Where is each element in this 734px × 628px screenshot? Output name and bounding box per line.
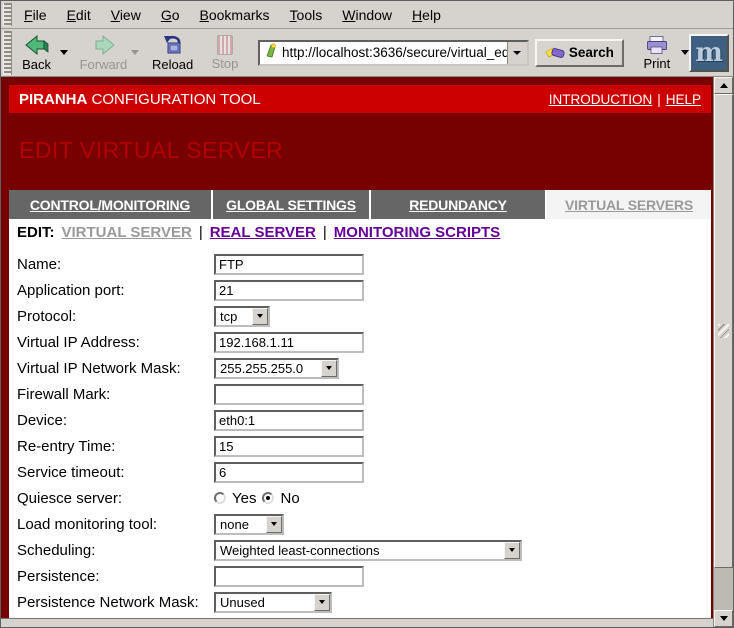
scheduling-select[interactable]: Weighted least-connections bbox=[214, 540, 522, 561]
status-strip bbox=[1, 618, 713, 627]
reload-icon bbox=[161, 34, 185, 56]
form-row-application-port: Application port: bbox=[17, 277, 711, 303]
print-icon bbox=[645, 35, 669, 55]
browser-viewport: PIRANHA CONFIGURATION TOOL INTRODUCTION … bbox=[1, 77, 733, 627]
stop-button[interactable]: Stop bbox=[202, 31, 248, 75]
scroll-up-button[interactable] bbox=[714, 77, 733, 94]
subnav-monitoring-scripts-link[interactable]: MONITORING SCRIPTS bbox=[334, 224, 500, 241]
persistence-field[interactable] bbox=[214, 566, 364, 587]
mozilla-logo[interactable]: m bbox=[689, 34, 729, 72]
search-flashlight-icon bbox=[545, 45, 565, 61]
menu-view[interactable]: View bbox=[101, 3, 151, 27]
scrollbar-thumb[interactable] bbox=[714, 94, 733, 568]
header-link-separator: | bbox=[657, 92, 661, 107]
tab-redundancy[interactable]: REDUNDANCY bbox=[371, 190, 545, 219]
chevron-down-icon[interactable] bbox=[314, 594, 330, 611]
form-row-device: Device: bbox=[17, 407, 711, 433]
reload-button[interactable]: Reload bbox=[149, 31, 196, 75]
form-row-load-monitoring: Load monitoring tool: none bbox=[17, 511, 711, 537]
back-button[interactable]: Back bbox=[14, 31, 60, 75]
page-proxy-icon[interactable] bbox=[264, 43, 278, 63]
url-input[interactable] bbox=[282, 42, 507, 64]
introduction-link[interactable]: INTRODUCTION bbox=[549, 92, 653, 107]
print-button[interactable]: Print bbox=[634, 31, 680, 75]
url-history-dropdown[interactable] bbox=[507, 42, 527, 64]
form-row-service-timeout: Service timeout: bbox=[17, 459, 711, 485]
content-panel: CONTROL/MONITORING GLOBAL SETTINGS REDUN… bbox=[9, 190, 711, 618]
menu-edit[interactable]: Edit bbox=[57, 3, 101, 27]
stop-icon bbox=[217, 35, 233, 55]
menubar-grip-handle[interactable] bbox=[3, 3, 12, 26]
tab-control-monitoring[interactable]: CONTROL/MONITORING bbox=[9, 190, 211, 219]
menu-bar: File Edit View Go Bookmarks Tools Window… bbox=[1, 1, 733, 29]
persistence-netmask-select[interactable]: Unused bbox=[214, 592, 332, 613]
help-link[interactable]: HELP bbox=[666, 92, 701, 107]
chevron-down-icon[interactable] bbox=[321, 360, 337, 377]
tab-global-settings[interactable]: GLOBAL SETTINGS bbox=[213, 190, 369, 219]
name-field[interactable] bbox=[214, 254, 364, 275]
menu-bookmarks[interactable]: Bookmarks bbox=[190, 3, 280, 27]
app-title: PIRANHA CONFIGURATION TOOL bbox=[19, 91, 261, 108]
navigation-toolbar: Back Forward Reload bbox=[1, 29, 733, 77]
application-port-field[interactable] bbox=[214, 280, 364, 301]
reentry-time-field[interactable] bbox=[214, 436, 364, 457]
menu-tools[interactable]: Tools bbox=[280, 3, 333, 27]
forward-icon bbox=[90, 34, 116, 56]
load-monitoring-select[interactable]: none bbox=[214, 514, 284, 535]
chevron-down-icon[interactable] bbox=[504, 542, 520, 559]
subnav-prefix: EDIT: bbox=[17, 224, 55, 241]
edit-subnav: EDIT: VIRTUAL SERVER | REAL SERVER | MON… bbox=[9, 219, 711, 246]
back-icon bbox=[24, 34, 50, 56]
form-row-name: Name: bbox=[17, 251, 711, 277]
page-title: EDIT VIRTUAL SERVER bbox=[19, 137, 711, 164]
menu-window[interactable]: Window bbox=[332, 3, 402, 27]
toolbar-grip-handle[interactable] bbox=[3, 31, 12, 75]
page-content: PIRANHA CONFIGURATION TOOL INTRODUCTION … bbox=[1, 77, 713, 618]
quiesce-yes-radio[interactable] bbox=[214, 492, 226, 504]
chevron-down-icon[interactable] bbox=[266, 516, 282, 533]
menu-file[interactable]: File bbox=[14, 3, 57, 27]
menu-go[interactable]: Go bbox=[151, 3, 190, 27]
menu-help[interactable]: Help bbox=[402, 3, 451, 27]
form-row-firewall-mark: Firewall Mark: bbox=[17, 381, 711, 407]
virtual-server-form: Name: Application port: Protocol: tcp bbox=[9, 246, 711, 618]
vertical-scrollbar[interactable] bbox=[713, 77, 733, 627]
chevron-down-icon[interactable] bbox=[252, 308, 268, 325]
forward-button[interactable]: Forward bbox=[77, 31, 130, 75]
back-dropdown[interactable] bbox=[60, 31, 69, 75]
search-button[interactable]: Search bbox=[535, 39, 624, 67]
form-row-quiesce-server: Quiesce server: Yes No bbox=[17, 485, 711, 511]
firewall-mark-field[interactable] bbox=[214, 384, 364, 405]
scroll-down-button[interactable] bbox=[714, 610, 733, 627]
url-bar bbox=[258, 40, 529, 66]
virtual-netmask-select[interactable]: 255.255.255.0 bbox=[214, 358, 339, 379]
form-row-reentry-time: Re-entry Time: bbox=[17, 433, 711, 459]
print-dropdown[interactable] bbox=[680, 31, 689, 75]
tab-virtual-servers[interactable]: VIRTUAL SERVERS bbox=[547, 190, 711, 219]
subnav-real-server-link[interactable]: REAL SERVER bbox=[210, 224, 316, 241]
device-field[interactable] bbox=[214, 410, 364, 431]
form-row-protocol: Protocol: tcp bbox=[17, 303, 711, 329]
browser-window: File Edit View Go Bookmarks Tools Window… bbox=[0, 0, 734, 628]
scrollbar-track[interactable] bbox=[714, 568, 733, 610]
form-row-persistence: Persistence: bbox=[17, 563, 711, 589]
tab-bar: CONTROL/MONITORING GLOBAL SETTINGS REDUN… bbox=[9, 190, 711, 219]
protocol-select[interactable]: tcp bbox=[214, 306, 270, 327]
piranha-header-band: PIRANHA CONFIGURATION TOOL INTRODUCTION … bbox=[9, 85, 711, 113]
scrollbar-grip-icon bbox=[718, 324, 729, 338]
service-timeout-field[interactable] bbox=[214, 462, 364, 483]
form-row-virtual-ip: Virtual IP Address: bbox=[17, 329, 711, 355]
form-row-scheduling: Scheduling: Weighted least-connections bbox=[17, 537, 711, 563]
forward-dropdown[interactable] bbox=[130, 31, 139, 75]
form-row-persistence-netmask: Persistence Network Mask: Unused bbox=[17, 589, 711, 615]
quiesce-no-radio[interactable] bbox=[262, 492, 274, 504]
virtual-ip-field[interactable] bbox=[214, 332, 364, 353]
form-row-virtual-netmask: Virtual IP Network Mask: 255.255.255.0 bbox=[17, 355, 711, 381]
subnav-virtual-server: VIRTUAL SERVER bbox=[62, 224, 192, 241]
